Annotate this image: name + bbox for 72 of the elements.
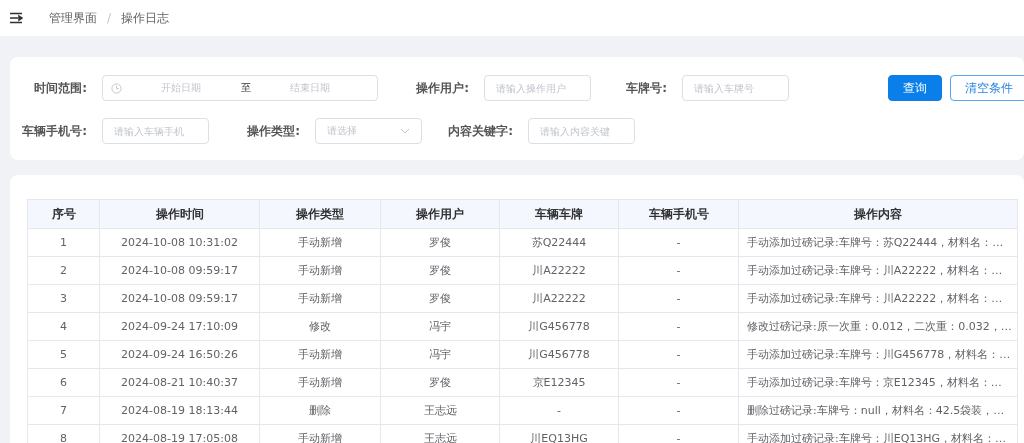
table-cell: 2024-10-08 09:59:17 [99,256,260,285]
table-cell: - [618,340,739,369]
table-cell: 2024-09-24 17:10:09 [99,312,260,341]
table-cell: 删除过磅记录:车牌号：null，材料名：42.5袋装，… [738,396,1018,425]
table-cell: 罗俊 [380,368,500,397]
column-header: 序号 [27,199,100,229]
table-cell: 王志远 [380,396,500,425]
chevron-down-icon [400,128,410,134]
table-cell: 手动添加过磅记录:车牌号：川A22222，材料名：… [738,256,1018,285]
filter-label: 内容关键字: [447,122,514,140]
table-cell: 京E12345 [499,368,619,397]
table-cell: - [618,396,739,425]
table-cell: 4 [27,312,100,341]
table-cell: - [618,368,739,397]
filter-label: 车辆手机号: [21,122,88,140]
filter-label: 操作用户: [415,79,470,97]
table-cell: 8 [27,424,100,443]
table-cell: 手动新增 [259,368,381,397]
table-cell: 冯宇 [380,312,500,341]
table-cell: 2024-10-08 09:59:17 [99,284,260,313]
table-cell: 2024-09-24 16:50:26 [99,340,260,369]
table-cell: - [618,284,739,313]
table-cell: 手动新增 [259,284,381,313]
table-cell: 川G456778 [499,340,619,369]
table-cell: - [618,312,739,341]
table-cell: 手动新增 [259,340,381,369]
table-cell: 7 [27,396,100,425]
table-cell: 删除 [259,396,381,425]
filter-label: 车牌号: [625,79,668,97]
column-header: 操作类型 [259,199,381,229]
clear-button[interactable]: 清空条件 [950,75,1024,101]
table-cell: 川A22222 [499,256,619,285]
column-header: 操作内容 [738,199,1018,229]
table-cell: 6 [27,368,100,397]
filter-label: 时间范围: [33,79,88,97]
table-cell: 2024-10-08 10:31:02 [99,228,260,257]
table-cell: 2024-08-19 18:13:44 [99,396,260,425]
query-button[interactable]: 查询 [888,75,942,101]
column-header: 操作用户 [380,199,500,229]
filter-label: 操作类型: [246,122,301,140]
table-cell: 手动添加过磅记录:车牌号：川G456778，材料名：… [738,340,1018,369]
table-cell: 手动添加过磅记录:车牌号：川A22222，材料名：… [738,284,1018,313]
table-cell: 川A22222 [499,284,619,313]
table-cell: 2 [27,256,100,285]
column-header: 车辆手机号 [618,199,739,229]
table-cell: 手动添加过磅记录:车牌号：京E12345，材料名：… [738,368,1018,397]
column-header: 操作时间 [99,199,260,229]
table-cell: 手动新增 [259,228,381,257]
table-cell: 手动新增 [259,256,381,285]
breadcrumb-separator: / [107,11,112,25]
clock-icon [111,82,122,94]
table-cell: - [499,396,619,425]
table-cell: 5 [27,340,100,369]
table-cell: - [618,228,739,257]
menu-icon[interactable] [9,12,23,24]
range-separator: 至 [240,81,251,95]
table-cell: 罗俊 [380,256,500,285]
table-cell: 苏Q22444 [499,228,619,257]
breadcrumb-item: 操作日志 [121,9,170,27]
column-header: 车辆车牌 [499,199,619,229]
table-cell: 川G456778 [499,312,619,341]
table-cell: - [618,256,739,285]
table-cell: 手动添加过磅记录:车牌号：苏Q22444，材料名：… [738,228,1018,257]
table-cell: 1 [27,228,100,257]
table-cell: 冯宇 [380,340,500,369]
table-cell: 罗俊 [380,228,500,257]
breadcrumb-item[interactable]: 管理界面 [49,9,97,27]
table-cell: 修改过磅记录:原一次重：0.012，二次重：0.032，… [738,312,1018,341]
table-cell: 罗俊 [380,284,500,313]
table-cell: 3 [27,284,100,313]
table-cell: 修改 [259,312,381,341]
table-cell: 2024-08-21 10:40:37 [99,368,260,397]
